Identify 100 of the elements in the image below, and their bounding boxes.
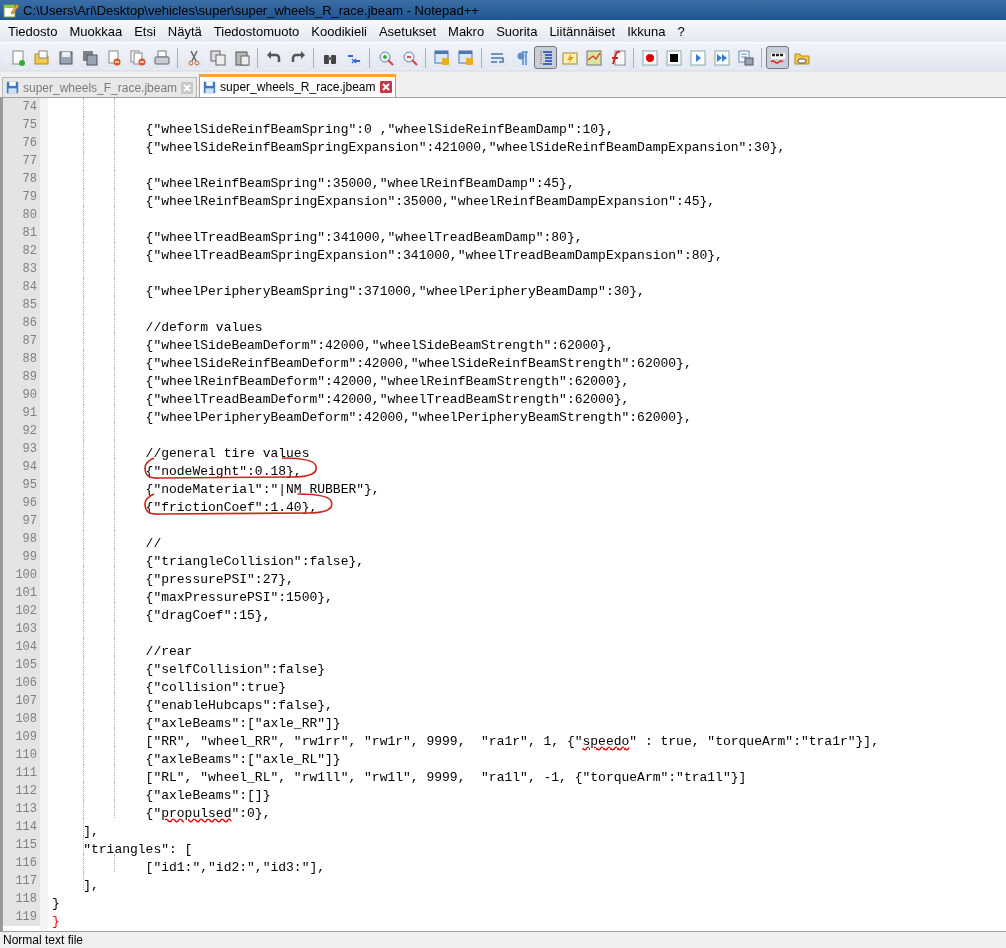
line-number: 77 (3, 152, 40, 170)
line-number: 88 (3, 350, 40, 368)
line-number: 93 (3, 440, 40, 458)
line-number: 95 (3, 476, 40, 494)
file-tab[interactable]: super_wheels_F_race.jbeam (2, 77, 198, 97)
code-line: {"axleBeams":["axle_RL"]} (144, 751, 341, 769)
code-line: {"wheelPeripheryBeamDeform":42000,"wheelPeripheryBeamStrength":62000}, (144, 409, 692, 427)
menu-item[interactable]: Näytä (161, 24, 208, 38)
code-line: "triangles": [ (82, 841, 193, 859)
code-line: {"wheelReinfBeamDeform":42000,"wheelReinfBeamStrength":62000}, (144, 373, 630, 391)
line-number: 117 (3, 872, 40, 890)
menu-item[interactable]: Tiedostomuoto (207, 24, 306, 38)
line-number: 96 (3, 494, 40, 512)
line-number: 82 (3, 242, 40, 260)
code-line: {"wheelSideReinfBeamDeform":42000,"wheelSideReinfBeamStrength":62000}, (144, 355, 692, 373)
menu-item[interactable]: ? (671, 24, 691, 38)
line-number: 92 (3, 422, 40, 440)
menu-item[interactable]: Liitännäiset (543, 24, 622, 38)
indent-guide-icon[interactable] (534, 46, 557, 69)
line-number: 79 (3, 188, 40, 206)
close-icon[interactable] (379, 81, 392, 93)
line-number: 75 (3, 116, 40, 134)
file-tab[interactable]: super_wheels_R_race.jbeam (199, 74, 396, 97)
code-line: {"enableHubcaps":false}, (144, 697, 333, 715)
line-number: 101 (3, 584, 40, 602)
code-line: ["RL", "wheel_RL", "rw1ll", "rw1l", 9999, "ra1l", -1, {"torqueArm":"tra1l"}] (144, 769, 747, 787)
code-line: // (144, 535, 162, 553)
line-number: 104 (3, 638, 40, 656)
menu-item[interactable]: Tiedosto (2, 24, 64, 38)
code-line: //general tire values (144, 445, 310, 463)
code-line: ["RR", "wheel_RR", "rw1rr", "rw1r", 9999, "ra1r", 1, {"speedo" : true, "torqueArm":"tra1r"}], (144, 733, 879, 751)
line-number: 85 (3, 296, 40, 314)
menu-item[interactable]: Ikkuna (621, 24, 672, 38)
line-number: 84 (3, 278, 40, 296)
line-number: 90 (3, 386, 40, 404)
window-title: C:\Users\Ari\Desktop\vehicles\super\super_wheels_R_race.jbeam - Notepad++ (23, 3, 479, 17)
line-number: 98 (3, 530, 40, 548)
menu-item[interactable]: Etsi (128, 24, 162, 38)
code-line: {"triangleCollision":false}, (144, 553, 365, 571)
line-number: 116 (3, 854, 40, 872)
menu-item[interactable]: Koodikieli (305, 24, 373, 38)
line-number: 86 (3, 314, 40, 332)
code-line: {"collision":true} (144, 679, 287, 697)
line-number: 115 (3, 836, 40, 854)
code-line: {"dragCoef":15}, (144, 607, 271, 625)
line-number: 74 (3, 98, 40, 116)
line-number: 110 (3, 746, 40, 764)
line-number: 119 (3, 908, 40, 926)
code-line: {"nodeWeight":0.18}, (144, 463, 302, 481)
line-number: 83 (3, 260, 40, 278)
line-number: 105 (3, 656, 40, 674)
line-number: 103 (3, 620, 40, 638)
line-number: 113 (3, 800, 40, 818)
line-number: 106 (3, 674, 40, 692)
code-line: {"wheelReinfBeamSpringExpansion":35000,"wheelReinfBeamDampExpansion":45}, (144, 193, 716, 211)
line-number: 81 (3, 224, 40, 242)
code-line: {"wheelTreadBeamSpringExpansion":341000,"wheelTreadBeamDampExpansion":80}, (144, 247, 723, 265)
code-line: //deform values (144, 319, 263, 337)
line-number: 76 (3, 134, 40, 152)
line-number: 94 (3, 458, 40, 476)
line-number: 100 (3, 566, 40, 584)
code-line: {"pressurePSI":27}, (144, 571, 294, 589)
code-line: {"axleBeams":["axle_RR"]} (144, 715, 341, 733)
code-line: {"axleBeams":[]} (144, 787, 271, 805)
code-line: {"frictionCoef":1.40}, (144, 499, 318, 517)
line-number: 80 (3, 206, 40, 224)
menu-item[interactable]: Asetukset (372, 24, 443, 38)
status-text: Normal text file (3, 934, 84, 946)
line-number: 89 (3, 368, 40, 386)
line-number: 108 (3, 710, 40, 728)
code-line: {"wheelPeripheryBeamSpring":371000,"wheelPeripheryBeamDamp":30}, (144, 283, 645, 301)
line-number: 107 (3, 692, 40, 710)
line-number: 87 (3, 332, 40, 350)
code-line: {"nodeMaterial":"|NM_RUBBER"}, (144, 481, 380, 499)
code-line: {"wheelTreadBeamSpring":341000,"wheelTreadBeamDamp":80}, (144, 229, 583, 247)
code-line: ["id1:","id2:","id3:"], (144, 859, 326, 877)
line-number: 112 (3, 782, 40, 800)
code-line: {"selfCollision":false} (144, 661, 326, 679)
code-line: //rear (144, 643, 193, 661)
menu-item[interactable]: Muokkaa (63, 24, 129, 38)
menu-item[interactable]: Suorita (490, 24, 544, 38)
notepad-icon (3, 2, 19, 18)
code-line: ], (82, 877, 99, 895)
code-line: {"wheelReinfBeamSpring":35000,"wheelReinfBeamDamp":45}, (144, 175, 575, 193)
menu-item[interactable]: Makro (442, 24, 491, 38)
code-line: {"maxPressurePSI":1500}, (144, 589, 333, 607)
line-number: 91 (3, 404, 40, 422)
code-line: {"propulsed":0}, (144, 805, 271, 823)
code-line: {"wheelSideBeamDeform":42000,"wheelSideBeamStrength":62000}, (144, 337, 614, 355)
line-number: 114 (3, 818, 40, 836)
line-number: 99 (3, 548, 40, 566)
code-line: } (52, 913, 60, 931)
code-line: {"wheelSideReinfBeamSpringExpansion":421000,"wheelSideReinfBeamDampExpansion":30}, (144, 139, 786, 157)
spell-check-icon[interactable] (766, 46, 789, 69)
line-number: 109 (3, 728, 40, 746)
line-number: 97 (3, 512, 40, 530)
line-number: 78 (3, 170, 40, 188)
code-line: {"wheelSideReinfBeamSpring":0 ,"wheelSideReinfBeamDamp":10}, (144, 121, 614, 139)
line-number: 118 (3, 890, 40, 908)
line-number: 102 (3, 602, 40, 620)
